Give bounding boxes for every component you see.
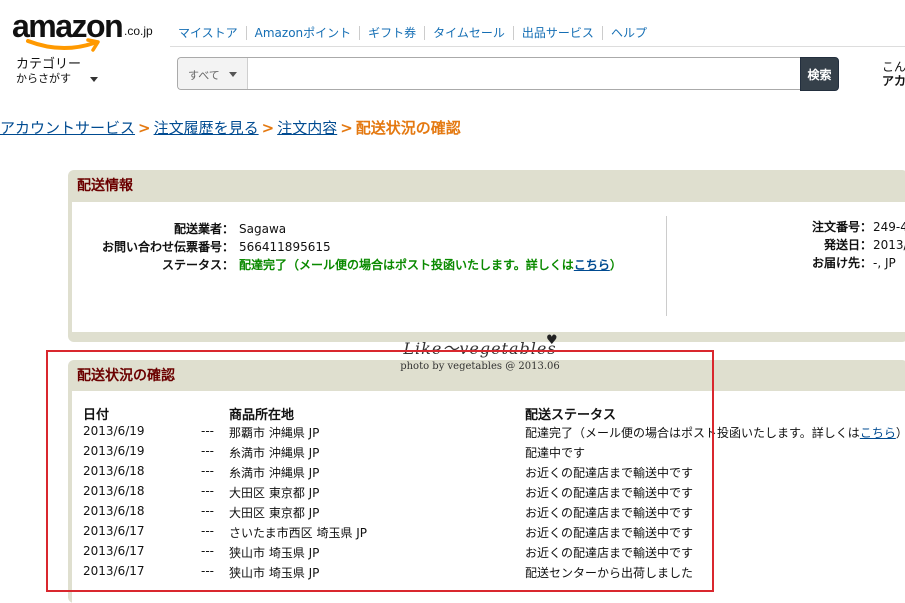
tracking-number-label: お問い合わせ伝票番号： <box>101 240 234 254</box>
shipping-info-body: 配送業者： お問い合わせ伝票番号： ステータス： Sagawa 56641189… <box>72 202 905 332</box>
smile-arrow-icon <box>26 38 100 52</box>
nav-gift-cards[interactable]: ギフト券 <box>359 26 424 40</box>
greeting-line: こんにちは <box>882 60 905 74</box>
order-info-values: 249-48 2013/0 -, JP <box>873 218 905 272</box>
shipping-info-panel: 配送情報 配送業者： お問い合わせ伝票番号： ステータス： Sagawa 566… <box>68 170 905 342</box>
status-value: 配達完了（メール便の場合はポスト投函いたします。詳しくはこちら） <box>239 256 622 274</box>
site-header: amazon .co.jp マイストア Amazonポイント ギフト券 タイムセ… <box>0 0 905 100</box>
search-input[interactable] <box>249 58 799 89</box>
status-text: 配達完了（メール便の場合はポスト投函いたします。詳しくは <box>239 258 574 272</box>
logo-suffix: .co.jp <box>124 24 153 38</box>
breadcrumb-current: 配送状況の確認 <box>355 119 461 137</box>
breadcrumb-account-service[interactable]: アカウントサービス <box>0 119 135 137</box>
search-scope-select[interactable]: すべて <box>178 58 248 89</box>
highlight-box <box>46 350 714 592</box>
status-text-tail: ） <box>609 258 622 272</box>
status-details-link[interactable]: こちら <box>574 258 610 272</box>
deliver-to-value: -, JP <box>873 256 896 270</box>
nav-my-store[interactable]: マイストア <box>170 26 246 40</box>
chevron-down-icon <box>229 72 237 77</box>
carrier-value: Sagawa <box>239 222 287 236</box>
order-number-value: 249-48 <box>873 220 905 234</box>
nav-amazon-points[interactable]: Amazonポイント <box>245 26 360 40</box>
order-info-labels: 注文番号： 発送日： お届け先： <box>772 218 872 272</box>
account-label: アカウント <box>882 74 905 88</box>
nav-divider <box>170 46 905 47</box>
breadcrumb-separator: > <box>340 119 353 137</box>
info-divider <box>666 216 667 316</box>
ship-date-value: 2013/0 <box>873 238 905 252</box>
tracking-number-value: 566411895615 <box>239 240 331 254</box>
shipping-info-values: Sagawa 566411895615 配達完了（メール便の場合はポスト投函いた… <box>239 220 622 274</box>
status-label: ステータス： <box>161 258 234 272</box>
breadcrumb-order-details[interactable]: 注文内容 <box>277 119 337 137</box>
breadcrumb-order-history[interactable]: 注文履歴を見る <box>154 119 259 137</box>
search-button[interactable]: 検索 <box>800 57 839 91</box>
nav-time-sale[interactable]: タイムセール <box>424 26 513 40</box>
account-greeting[interactable]: こんにちは アカウント <box>882 60 905 88</box>
carrier-label: 配送業者： <box>173 222 234 236</box>
ship-date-label: 発送日： <box>823 238 872 252</box>
chevron-down-icon <box>90 77 98 82</box>
search-bar: すべて <box>177 57 801 90</box>
row-status-link[interactable]: こちら <box>860 426 896 440</box>
breadcrumb-separator: > <box>261 119 275 137</box>
search-scope-label: すべて <box>188 69 220 82</box>
breadcrumb: アカウントサービス > 注文履歴を見る > 注文内容 > 配送状況の確認 <box>0 117 461 138</box>
nav-seller-services[interactable]: 出品サービス <box>512 26 602 40</box>
top-nav: マイストア Amazonポイント ギフト券 タイムセール 出品サービス ヘルプ <box>170 24 655 42</box>
shipping-info-labels: 配送業者： お問い合わせ伝票番号： ステータス： <box>72 220 234 274</box>
row-status-tail: ） <box>896 426 905 440</box>
shipping-info-title: 配送情報 <box>77 178 133 194</box>
heart-icon: ♥ <box>546 333 558 348</box>
nav-help[interactable]: ヘルプ <box>601 26 655 40</box>
breadcrumb-separator: > <box>138 119 151 137</box>
order-number-label: 注文番号： <box>811 220 872 234</box>
category-menu[interactable]: カテゴリー からさがす <box>16 57 106 86</box>
category-label: カテゴリー <box>16 57 82 72</box>
deliver-to-label: お届け先： <box>811 256 872 270</box>
